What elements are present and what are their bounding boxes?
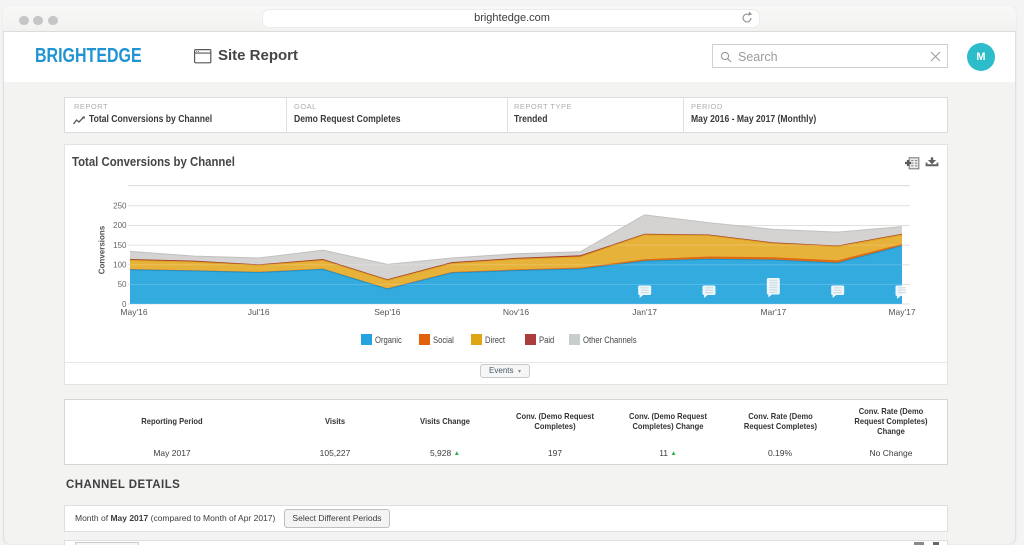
svg-text:100: 100: [113, 261, 127, 270]
svg-text:Jul'16: Jul'16: [248, 307, 270, 317]
svg-text:Sep'16: Sep'16: [374, 307, 400, 317]
svg-text:Nov'16: Nov'16: [503, 307, 529, 317]
svg-text:50: 50: [118, 280, 127, 289]
svg-text:150: 150: [113, 241, 127, 250]
svg-text:250: 250: [113, 202, 127, 211]
svg-text:May'17: May'17: [888, 307, 915, 317]
svg-text:Mar'17: Mar'17: [760, 307, 786, 317]
svg-text:Jan'17: Jan'17: [632, 307, 657, 317]
svg-text:May'16: May'16: [120, 307, 147, 317]
svg-text:200: 200: [113, 221, 127, 230]
